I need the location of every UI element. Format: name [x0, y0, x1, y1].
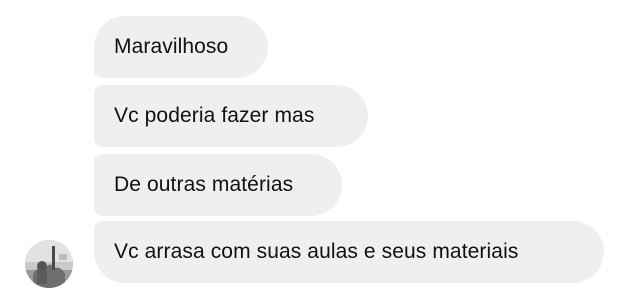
message-bubble[interactable]: Vc arrasa com suas aulas e seus materiai… — [94, 221, 604, 283]
message-text: Vc arrasa com suas aulas e seus materiai… — [114, 240, 519, 263]
message-text: Maravilhoso — [114, 35, 229, 58]
message-bubble[interactable]: Vc poderia fazer mas — [94, 85, 368, 147]
user-photo-avatar-icon — [25, 240, 73, 288]
message-text: Vc poderia fazer mas — [114, 104, 315, 127]
message-bubble[interactable]: De outras matérias — [94, 154, 342, 216]
sender-avatar[interactable] — [25, 240, 73, 288]
message-thread: Maravilhoso Vc poderia fazer mas De outr… — [0, 0, 625, 305]
message-bubble[interactable]: Maravilhoso — [94, 16, 268, 78]
message-text: De outras matérias — [114, 173, 294, 196]
